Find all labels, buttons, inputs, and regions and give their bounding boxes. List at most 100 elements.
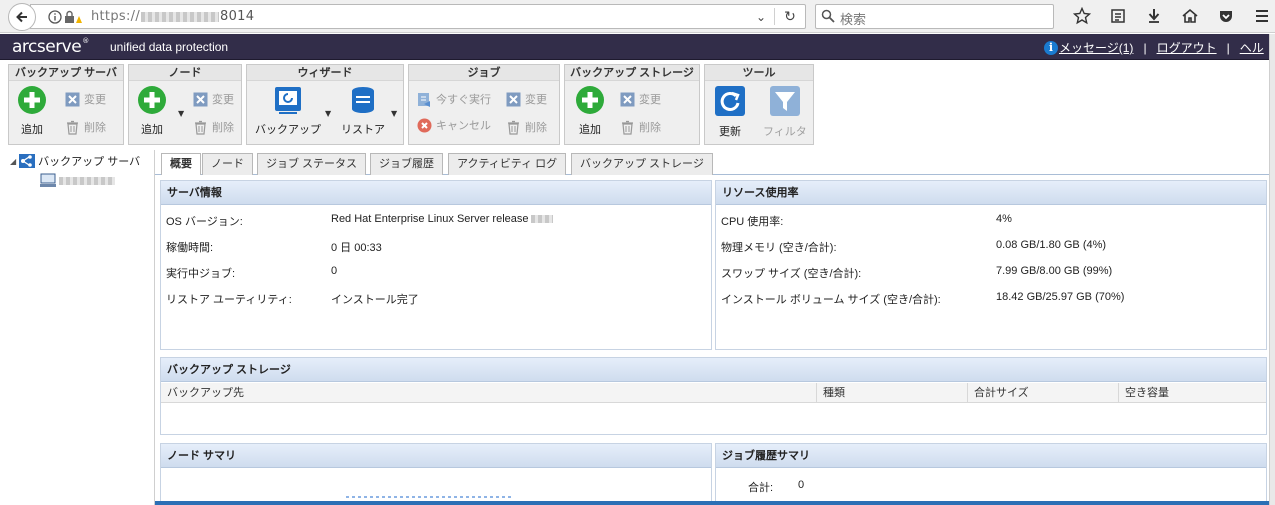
tree-item-server-node[interactable]: [40, 173, 116, 188]
cancel-icon: [417, 118, 432, 133]
reader-list-icon[interactable]: [1100, 5, 1136, 27]
tree-item-label: バックアップ サーバ: [38, 156, 141, 168]
collapse-toggle-icon[interactable]: ◢: [10, 157, 16, 166]
back-button[interactable]: [8, 3, 36, 31]
header-separator: |: [1143, 40, 1147, 55]
button-label: 変更: [212, 94, 234, 106]
button-label: フィルタ: [763, 126, 807, 138]
backup-storage-panel: バックアップ ストレージ バックアップ先 種類 合計サイズ 空き容量: [160, 357, 1267, 435]
restore-dropdown-icon[interactable]: ▼: [391, 109, 397, 118]
download-icon[interactable]: [1136, 5, 1172, 27]
delete-backup-storage-button[interactable]: 削除: [620, 119, 661, 135]
modify-job-button[interactable]: 変更: [506, 91, 547, 107]
filter-button[interactable]: フィルタ: [763, 85, 807, 139]
tab-backup-storage[interactable]: バックアップ ストレージ: [571, 153, 713, 175]
column-header-type[interactable]: 種類: [817, 383, 968, 403]
tab-activity-log[interactable]: アクティビティ ログ: [448, 153, 567, 175]
message-info-icon[interactable]: i: [1044, 40, 1058, 55]
panel-title: ノード サマリ: [161, 444, 711, 468]
refresh-icon: [715, 86, 745, 116]
refresh-button[interactable]: 更新: [714, 85, 746, 139]
install-volume-label: インストール ボリューム サイズ (空き/合計):: [721, 294, 941, 306]
server-info-panel: サーバ情報 OS バージョン: Red Hat Enterprise Linux…: [160, 180, 712, 350]
button-label: バックアップ: [255, 124, 321, 136]
tree-item-backup-server[interactable]: ◢ バックアップ サーバ: [10, 153, 140, 169]
modify-icon: [620, 92, 635, 107]
job-total-value: 0: [798, 479, 805, 491]
button-label: 削除: [84, 122, 106, 134]
search-input[interactable]: 検索: [815, 4, 1054, 29]
ribbon-group-backup-storage: バックアップ ストレージ 追加 変更 削除: [564, 64, 700, 145]
url-dropdown-icon[interactable]: ⌄: [748, 10, 774, 24]
group-title: バックアップ ストレージ: [565, 65, 699, 81]
url-bar[interactable]: https://8014 ⌄ ↻: [30, 4, 806, 29]
restore-wizard-button[interactable]: リストア: [341, 85, 385, 137]
button-label: リストア: [341, 124, 385, 136]
modify-backup-server-button[interactable]: 変更: [65, 91, 106, 107]
tab-overview[interactable]: 概要: [161, 153, 201, 176]
delete-job-button[interactable]: 削除: [506, 119, 547, 135]
column-header-destination[interactable]: バックアップ先: [161, 383, 817, 403]
panel-title: サーバ情報: [161, 181, 711, 205]
ribbon-group-tools: ツール 更新 フィルタ: [704, 64, 814, 145]
group-title: ウィザード: [247, 65, 403, 81]
node-summary-chart-edge: [346, 496, 511, 498]
button-label: 変更: [639, 94, 661, 106]
job-total-label: 合計:: [748, 482, 774, 494]
cancel-job-button[interactable]: キャンセル: [417, 117, 491, 133]
add-icon: [576, 86, 604, 114]
tab-job-history[interactable]: ジョブ履歴: [370, 153, 443, 175]
button-label: 追加: [579, 124, 601, 136]
trash-icon: [65, 120, 80, 135]
add-node-dropdown-icon[interactable]: ▼: [178, 109, 184, 118]
button-label: 追加: [141, 124, 163, 136]
backup-dropdown-icon[interactable]: ▼: [325, 109, 331, 118]
add-node-button[interactable]: 追加: [137, 85, 167, 137]
messages-link[interactable]: メッセージ(1): [1059, 39, 1133, 56]
redacted-hostname: [59, 176, 115, 185]
delete-backup-server-button[interactable]: 削除: [65, 119, 106, 135]
restore-utility-value: インストール完了: [331, 294, 419, 306]
backup-wizard-button[interactable]: バックアップ: [255, 85, 321, 137]
button-label: 削除: [639, 122, 661, 134]
tab-nodes[interactable]: ノード: [202, 153, 253, 175]
app-header: arcserve® unified data protection i メッセー…: [0, 34, 1275, 60]
run-now-button[interactable]: 今すぐ実行: [417, 91, 491, 107]
ribbon-group-node: ノード 追加 ▼ 変更 削除: [128, 64, 242, 145]
product-name: unified data protection: [110, 40, 229, 54]
modify-backup-storage-button[interactable]: 変更: [620, 91, 661, 107]
add-backup-storage-button[interactable]: 追加: [575, 85, 605, 137]
tab-bar: 概要 ノード ジョブ ステータス ジョブ履歴 アクティビティ ログ バックアップ…: [155, 150, 1275, 176]
group-title: ツール: [705, 65, 813, 81]
redacted-version: [531, 215, 554, 224]
group-title: ノード: [129, 65, 241, 81]
pocket-icon[interactable]: [1208, 5, 1244, 27]
column-header-free-space[interactable]: 空き容量: [1119, 383, 1266, 403]
help-link[interactable]: ヘル: [1240, 39, 1264, 56]
uptime-label: 稼働時間:: [166, 242, 214, 254]
filter-icon: [769, 86, 800, 116]
column-header-total-size[interactable]: 合計サイズ: [968, 383, 1119, 403]
delete-node-button[interactable]: 削除: [193, 119, 234, 135]
add-backup-server-button[interactable]: 追加: [17, 85, 47, 137]
swap-size-value: 7.99 GB/8.00 GB (99%): [996, 265, 1113, 277]
info-icon: [48, 10, 62, 24]
bookmark-star-icon[interactable]: [1064, 5, 1100, 27]
ribbon-group-wizard: ウィザード バックアップ ▼ リストア ▼: [246, 64, 404, 145]
ribbon-group-job: ジョブ 今すぐ実行 変更 キャンセル 削除: [408, 64, 560, 145]
search-placeholder: 検索: [840, 13, 867, 28]
panel-title: リソース使用率: [716, 181, 1266, 205]
panel-title: バックアップ ストレージ: [161, 358, 1266, 382]
run-now-icon: [417, 92, 432, 107]
menu-icon[interactable]: [1244, 5, 1275, 27]
button-label: 変更: [525, 94, 547, 106]
url-security-indicators[interactable]: [48, 10, 82, 24]
job-history-summary-panel: ジョブ履歴サマリ 合計: 0: [715, 443, 1267, 505]
modify-node-button[interactable]: 変更: [193, 91, 234, 107]
logout-link[interactable]: ログアウト: [1157, 39, 1217, 56]
vertical-scrollbar[interactable]: [1269, 34, 1275, 505]
button-label: キャンセル: [436, 120, 491, 132]
reload-icon[interactable]: ↻: [775, 9, 805, 25]
tab-job-status[interactable]: ジョブ ステータス: [257, 153, 367, 175]
home-icon[interactable]: [1172, 5, 1208, 27]
